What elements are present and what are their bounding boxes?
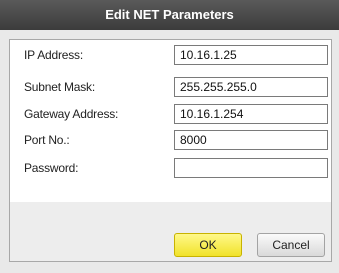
- password-row: Password:: [10, 158, 331, 178]
- cancel-button[interactable]: Cancel: [257, 233, 325, 257]
- password-input[interactable]: [174, 158, 328, 178]
- port-input[interactable]: [174, 130, 328, 150]
- ip-address-row: IP Address:: [10, 45, 331, 65]
- net-parameters-form: IP Address: Subnet Mask: Gateway Address…: [10, 40, 331, 202]
- ip-address-input[interactable]: [174, 45, 328, 65]
- gateway-address-input[interactable]: [174, 104, 328, 124]
- port-row: Port No.:: [10, 130, 331, 150]
- gateway-address-row: Gateway Address:: [10, 104, 331, 124]
- ok-button[interactable]: OK: [174, 233, 242, 257]
- subnet-mask-label: Subnet Mask:: [24, 80, 95, 94]
- password-label: Password:: [24, 161, 79, 175]
- dialog-title: Edit NET Parameters: [0, 0, 339, 30]
- ip-address-label: IP Address:: [24, 48, 83, 62]
- edit-net-parameters-dialog: Edit NET Parameters IP Address: Subnet M…: [0, 0, 339, 273]
- port-label: Port No.:: [24, 133, 70, 147]
- subnet-mask-input[interactable]: [174, 77, 328, 97]
- subnet-mask-row: Subnet Mask:: [10, 77, 331, 97]
- gateway-address-label: Gateway Address:: [24, 107, 119, 121]
